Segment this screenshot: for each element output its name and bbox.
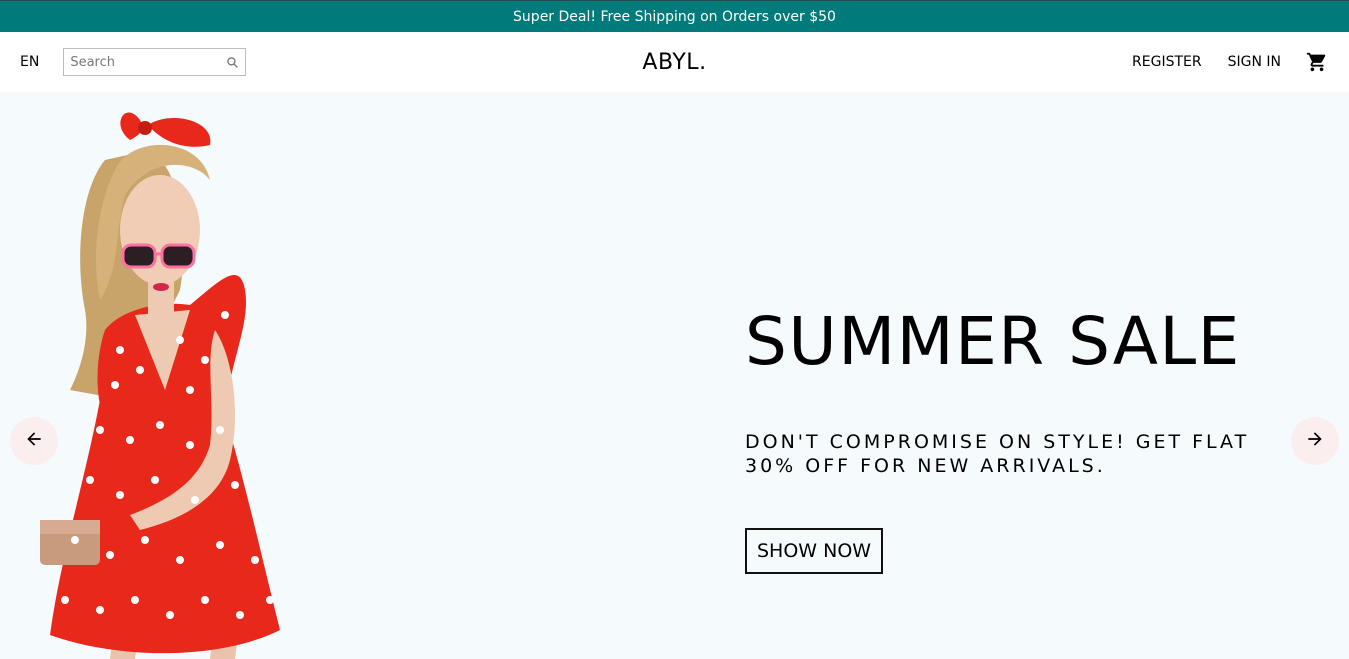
model-image bbox=[30, 100, 310, 659]
slide-description: DON'T COMPROMISE ON STYLE! GET FLAT 30% … bbox=[745, 431, 1250, 477]
arrow-right-icon bbox=[1305, 429, 1325, 453]
sign-in-link[interactable]: SIGN IN bbox=[1228, 54, 1281, 70]
announcement-text: Super Deal! Free Shipping on Orders over… bbox=[513, 8, 836, 25]
register-link[interactable]: REGISTER bbox=[1132, 54, 1202, 70]
navbar: EN ABYL. REGISTER SIGN IN bbox=[0, 32, 1349, 92]
slider-next-button[interactable] bbox=[1291, 417, 1339, 465]
slide-title: SUMMER SALE bbox=[745, 303, 1241, 380]
announcement-bar: Super Deal! Free Shipping on Orders over… bbox=[0, 0, 1349, 32]
language-selector[interactable]: EN bbox=[20, 54, 39, 70]
show-now-button[interactable]: SHOW NOW bbox=[745, 528, 884, 574]
search-input[interactable] bbox=[70, 54, 226, 70]
shopping-cart-icon[interactable] bbox=[1305, 50, 1329, 74]
slide-info: SUMMER SALE DON'T COMPROMISE ON STYLE! G… bbox=[745, 302, 1305, 574]
navbar-left: EN bbox=[20, 48, 1132, 76]
logo[interactable]: ABYL. bbox=[642, 50, 706, 75]
search-icon[interactable] bbox=[225, 55, 239, 69]
navbar-right: REGISTER SIGN IN bbox=[1132, 50, 1329, 74]
hero-slider: SUMMER SALE DON'T COMPROMISE ON STYLE! G… bbox=[0, 92, 1349, 659]
search-box bbox=[63, 48, 247, 76]
